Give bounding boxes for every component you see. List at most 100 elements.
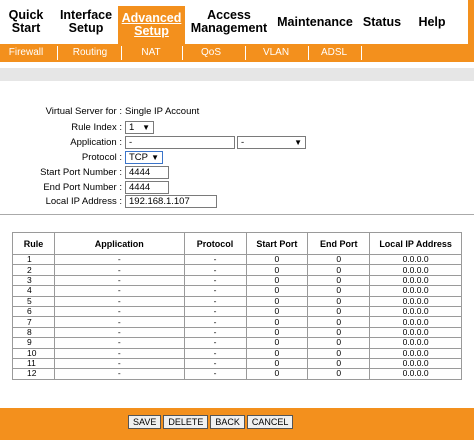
back-button[interactable]: BACK <box>210 415 245 429</box>
table-row: 10- -0 0 0.0.0.0 <box>12 347 462 359</box>
cell-rule: 1 <box>12 253 55 266</box>
cell-protocol: - <box>183 305 247 318</box>
row-protocol: Protocol : TCP ▼ <box>0 150 474 164</box>
subnav-firewall[interactable]: Firewall <box>0 44 52 62</box>
table-body: 1- -0 0 0.0.0.0 2- -0 0 0.0.0.0 3- -0 0 0.0.0.0 4- -0… <box>12 253 462 380</box>
cell-application: - <box>53 347 185 359</box>
table-row: 1- -0 0 0.0.0.0 <box>12 253 462 266</box>
cell-protocol: - <box>183 347 247 359</box>
nav-access-management[interactable]: Access Management <box>191 0 267 44</box>
subnav-nat[interactable]: NAT <box>122 44 180 62</box>
nav-help[interactable]: Help <box>412 0 452 44</box>
local-ip-input[interactable]: 192.168.1.107 <box>125 195 217 208</box>
cell-application: - <box>53 326 185 339</box>
table-row: 8- -0 0 0.0.0.0 <box>12 326 462 339</box>
start-port-label: Start Port Number : <box>40 167 122 178</box>
cell-application: - <box>53 264 185 276</box>
cell-local-ip: 0.0.0.0 <box>369 368 462 380</box>
subnav-vlan[interactable]: VLAN <box>246 44 306 62</box>
virtual-server-value: Single IP Account <box>125 106 200 117</box>
nav-quick-start[interactable]: Quick Start <box>0 0 52 44</box>
protocol-select[interactable]: TCP ▼ <box>125 151 163 164</box>
col-header-rule: Rule <box>12 232 55 255</box>
col-header-application: Application <box>53 232 185 255</box>
cell-protocol: - <box>183 316 247 328</box>
cancel-button[interactable]: CANCEL <box>246 415 294 429</box>
cell-local-ip: 0.0.0.0 <box>369 264 462 276</box>
cell-start-port: 0 <box>245 305 309 318</box>
cell-protocol: - <box>183 295 247 307</box>
cell-end-port: 0 <box>307 316 371 328</box>
router-config-page: Quick Start Interface Setup Advanced Set… <box>0 0 474 440</box>
col-header-protocol: Protocol <box>183 232 247 255</box>
cell-end-port: 0 <box>307 285 371 297</box>
cell-application: - <box>53 274 185 287</box>
cell-local-ip: 0.0.0.0 <box>369 305 462 318</box>
col-header-local-ip: Local IP Address <box>369 232 462 255</box>
local-ip-label: Local IP Address : <box>45 196 122 207</box>
cell-start-port: 0 <box>245 264 309 276</box>
sub-navigation: Firewall Routing NAT QoS VLAN ADSL <box>0 44 474 62</box>
cell-application: - <box>53 368 185 380</box>
application-select[interactable]: - ▼ <box>237 136 306 149</box>
cell-local-ip: 0.0.0.0 <box>369 357 462 370</box>
rule-index-label: Rule Index : <box>71 122 122 133</box>
cell-start-port: 0 <box>245 326 309 339</box>
rule-index-select[interactable]: 1 ▼ <box>125 121 154 134</box>
protocol-label: Protocol : <box>81 152 122 163</box>
chevron-down-icon: ▼ <box>142 123 150 132</box>
cell-application: - <box>53 295 185 307</box>
table-row: 3- -0 0 0.0.0.0 <box>12 274 462 287</box>
cell-start-port: 0 <box>245 368 309 380</box>
cell-end-port: 0 <box>307 264 371 276</box>
table-row: 7- -0 0 0.0.0.0 <box>12 316 462 328</box>
cell-rule: 8 <box>12 326 55 339</box>
subnav-qos[interactable]: QoS <box>183 44 239 62</box>
application-label: Application : <box>70 137 122 148</box>
subnav-adsl[interactable]: ADSL <box>309 44 359 62</box>
cell-end-port: 0 <box>307 295 371 307</box>
nav-interface-setup[interactable]: Interface Setup <box>54 0 118 44</box>
nav-status[interactable]: Status <box>360 0 404 44</box>
table-row: 6- -0 0 0.0.0.0 <box>12 305 462 318</box>
section-divider <box>0 214 474 215</box>
subnav-separator <box>361 46 362 60</box>
virtual-server-table: Rule Application Protocol Start Port End… <box>12 232 462 380</box>
cell-rule: 2 <box>12 264 55 276</box>
cell-start-port: 0 <box>245 316 309 328</box>
table-row: 11- -0 0 0.0.0.0 <box>12 357 462 370</box>
cell-protocol: - <box>183 357 247 370</box>
start-port-input[interactable]: 4444 <box>125 166 169 179</box>
subnav-routing[interactable]: Routing <box>62 44 118 62</box>
cell-local-ip: 0.0.0.0 <box>369 285 462 297</box>
cell-rule: 9 <box>12 337 55 349</box>
delete-button[interactable]: DELETE <box>163 415 209 429</box>
end-port-input[interactable]: 4444 <box>125 181 169 194</box>
row-application: Application : - - ▼ <box>0 135 474 149</box>
cell-application: - <box>53 357 185 370</box>
table-row: 2- -0 0 0.0.0.0 <box>12 264 462 276</box>
cell-application: - <box>53 253 185 266</box>
nav-maintenance[interactable]: Maintenance <box>277 0 353 44</box>
cell-end-port: 0 <box>307 253 371 266</box>
cell-protocol: - <box>183 368 247 380</box>
cell-start-port: 0 <box>245 295 309 307</box>
virtual-server-label: Virtual Server for : <box>45 106 122 117</box>
end-port-label: End Port Number : <box>43 182 122 193</box>
col-header-start-port: Start Port <box>245 232 309 255</box>
cell-application: - <box>53 305 185 318</box>
application-input[interactable]: - <box>125 136 235 149</box>
nav-advanced-setup[interactable]: Advanced Setup <box>118 6 185 44</box>
cell-start-port: 0 <box>245 357 309 370</box>
table-row: 9- -0 0 0.0.0.0 <box>12 337 462 349</box>
cell-rule: 6 <box>12 305 55 318</box>
cell-protocol: - <box>183 285 247 297</box>
cell-local-ip: 0.0.0.0 <box>369 274 462 287</box>
section-header-band <box>0 68 474 81</box>
cell-rule: 4 <box>12 285 55 297</box>
save-button[interactable]: SAVE <box>128 415 162 429</box>
cell-protocol: - <box>183 326 247 339</box>
cell-end-port: 0 <box>307 368 371 380</box>
virtual-server-table-wrapper: Rule Application Protocol Start Port End… <box>12 232 462 380</box>
cell-start-port: 0 <box>245 274 309 287</box>
